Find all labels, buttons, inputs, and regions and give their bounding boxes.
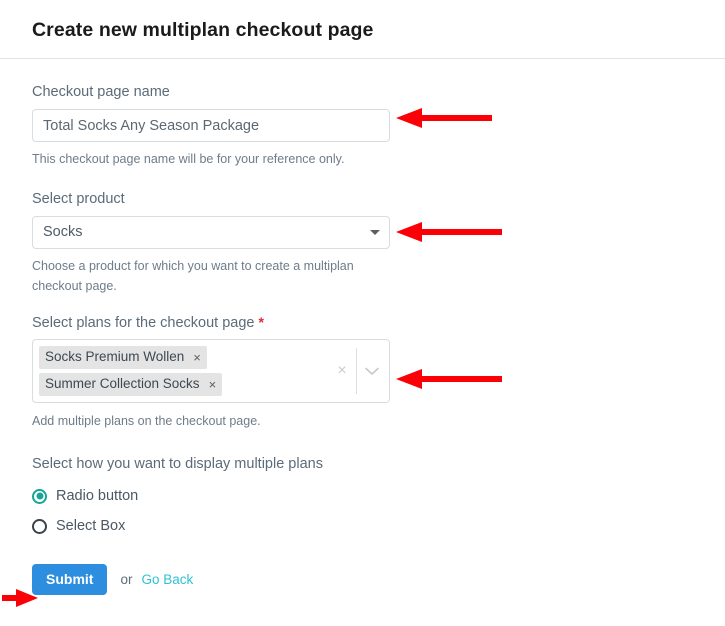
plan-chip-remove-icon[interactable]: × xyxy=(209,378,217,391)
select-product-label: Select product xyxy=(32,191,125,207)
submit-button[interactable]: Submit xyxy=(32,564,108,595)
select-plans-label-text: Select plans for the checkout page xyxy=(32,315,255,331)
checkout-page-name-input[interactable] xyxy=(32,109,390,142)
radio-unselected-icon[interactable] xyxy=(32,518,47,534)
select-product-value[interactable]: Socks xyxy=(32,216,390,249)
page-header: Create new multiplan checkout page xyxy=(0,0,725,41)
radio-option-radio-button[interactable]: Radio button xyxy=(32,481,725,511)
radio-option-label: Select Box xyxy=(56,518,126,534)
create-multiplan-checkout-page: Create new multiplan checkout page Check… xyxy=(0,0,725,626)
display-type-field: Select how you want to display multiple … xyxy=(32,431,725,541)
multiselect-controls: × xyxy=(328,340,389,402)
plan-chip-label: Summer Collection Socks xyxy=(45,376,200,391)
required-asterisk: * xyxy=(258,314,264,330)
plan-chip[interactable]: Socks Premium Wollen × xyxy=(39,346,207,369)
select-plans-help: Add multiple plans on the checkout page. xyxy=(32,414,261,428)
select-plans-multiselect[interactable]: Socks Premium Wollen × Summer Collection… xyxy=(32,339,390,403)
clear-all-icon[interactable]: × xyxy=(328,363,356,379)
chevron-down-icon[interactable] xyxy=(357,367,387,376)
plan-chip[interactable]: Summer Collection Socks × xyxy=(39,373,223,396)
plan-chip-remove-icon[interactable]: × xyxy=(193,351,201,364)
page-title: Create new multiplan checkout page xyxy=(32,19,374,41)
checkout-page-name-field: Checkout page name This checkout page na… xyxy=(32,59,725,169)
radio-option-label: Radio button xyxy=(56,488,139,504)
radio-selected-icon[interactable] xyxy=(32,488,47,504)
checkout-page-form: Checkout page name This checkout page na… xyxy=(0,59,725,595)
checkout-page-name-help: This checkout page name will be for your… xyxy=(32,152,345,166)
select-product-field: Select product Socks Choose a product fo… xyxy=(32,169,725,296)
radio-option-select-box[interactable]: Select Box xyxy=(32,511,725,541)
select-product-help: Choose a product for which you want to c… xyxy=(32,259,354,293)
form-footer: Submit or Go Back xyxy=(32,541,725,595)
select-product-dropdown[interactable]: Socks xyxy=(32,216,390,249)
plan-chip-label: Socks Premium Wollen xyxy=(45,349,185,364)
select-plans-label: Select plans for the checkout page * xyxy=(32,313,725,332)
go-back-link[interactable]: Go Back xyxy=(141,572,193,587)
selected-plan-chips: Socks Premium Wollen × Summer Collection… xyxy=(33,340,328,402)
display-type-label: Select how you want to display multiple … xyxy=(32,456,323,472)
or-separator-text: or xyxy=(120,572,133,587)
select-plans-field: Select plans for the checkout page * Soc… xyxy=(32,296,725,431)
checkout-page-name-label: Checkout page name xyxy=(32,84,170,100)
